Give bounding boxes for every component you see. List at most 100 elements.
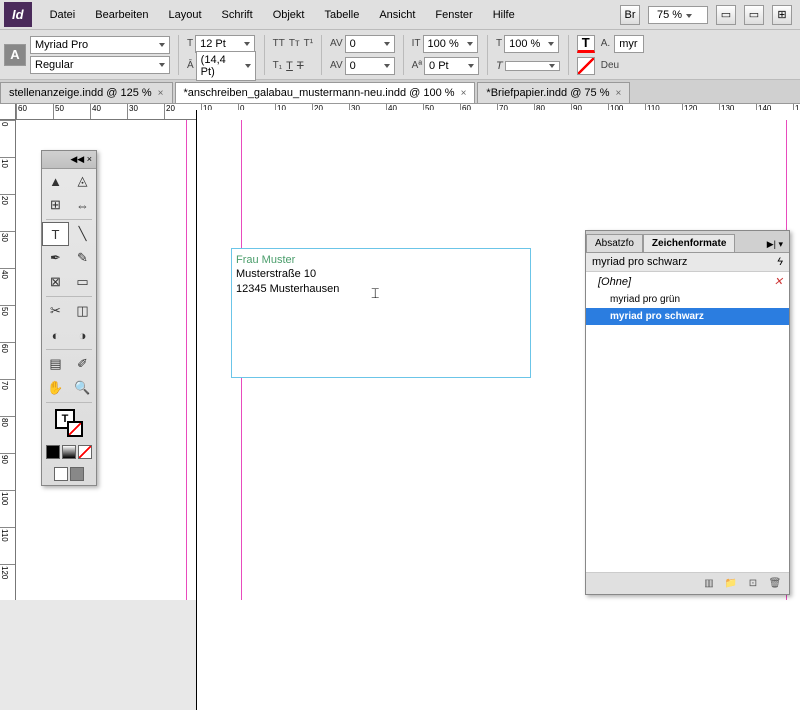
superscript-button[interactable]: T¹ (304, 38, 313, 49)
ruler-tick: 120 (0, 564, 15, 600)
char-style-search[interactable]: myr (614, 35, 644, 53)
font-size-icon: T (187, 38, 193, 49)
fill-color-button[interactable]: T (577, 35, 595, 53)
new-folder-button[interactable]: 📁 (723, 576, 739, 592)
zoom-level[interactable]: 75 % (648, 6, 708, 24)
arrange-documents-button[interactable]: ⊞ (772, 5, 792, 25)
all-caps-button[interactable]: TT (273, 38, 285, 49)
baseline-value: 0 Pt (429, 60, 449, 72)
character-mode-button[interactable]: A (4, 44, 26, 66)
page-tool[interactable]: ⊞ (42, 193, 69, 217)
skew-field[interactable] (505, 61, 560, 71)
tab-anschreiben[interactable]: *anschreiben_galabau_mustermann-neu.indd… (175, 82, 476, 103)
stroke-swatch[interactable] (67, 421, 83, 437)
palette-header[interactable]: ◀◀ × (42, 151, 96, 169)
rectangle-tool[interactable]: ▭ (69, 270, 96, 294)
tab-stellenanzeige[interactable]: stellenanzeige.indd @ 125 %× (0, 82, 173, 103)
bridge-button[interactable]: Br (620, 5, 640, 25)
baseline-field[interactable]: 0 Pt (424, 57, 479, 75)
new-style-button[interactable]: ⊡ (745, 576, 761, 592)
pen-tool[interactable]: ✒ (42, 246, 69, 270)
dropdown-arrow-icon (549, 64, 555, 68)
subscript-button[interactable]: T₁ (273, 60, 282, 71)
font-family-field[interactable]: Myriad Pro (30, 36, 170, 54)
free-transform-tool[interactable]: ◫ (69, 299, 96, 323)
menu-schrift[interactable]: Schrift (212, 5, 263, 25)
underline-button[interactable]: T (286, 60, 293, 72)
baseline-icon: Aª (412, 60, 422, 71)
dropdown-arrow-icon (244, 42, 250, 46)
line-tool[interactable]: ╲ (69, 222, 96, 246)
view-options-button[interactable]: ▭ (716, 5, 736, 25)
quick-apply-icon[interactable]: ϟ (777, 256, 783, 268)
style-list: [Ohne]✕ myriad pro grün myriad pro schwa… (586, 272, 789, 572)
preview-view-button[interactable] (70, 467, 84, 481)
char-style-button[interactable]: A. (601, 38, 610, 49)
kerning-field[interactable]: 0 (345, 35, 395, 53)
tab-close-button[interactable]: × (158, 88, 164, 99)
menu-ansicht[interactable]: Ansicht (369, 5, 425, 25)
leading-field[interactable]: (14,4 Pt) (196, 51, 256, 81)
ruler-tick: 50 (0, 305, 15, 342)
zoom-tool[interactable]: 🔍 (69, 376, 96, 400)
paragraph-styles-tab[interactable]: Absatzfo (586, 234, 643, 252)
menu-hilfe[interactable]: Hilfe (483, 5, 525, 25)
panel-menu-button[interactable]: ▶| ▾ (761, 237, 789, 252)
style-myriad-gruen[interactable]: myriad pro grün (586, 291, 789, 308)
hand-tool[interactable]: ✋ (42, 376, 69, 400)
type-tool[interactable]: T (42, 222, 69, 246)
canvas[interactable]: Frau Muster Musterstraße 10 12345 Muster… (16, 120, 800, 600)
style-myriad-schwarz[interactable]: myriad pro schwarz (586, 308, 789, 325)
apply-color-button[interactable] (46, 445, 60, 459)
tab-close-button[interactable]: × (461, 88, 467, 99)
note-tool[interactable]: ▤ (42, 352, 69, 376)
ruler-tick: 60 (0, 342, 15, 379)
menubar: Id Datei Bearbeiten Layout Schrift Objek… (0, 0, 800, 30)
small-caps-button[interactable]: Tᴛ (289, 38, 300, 49)
vertical-ruler[interactable]: 0102030405060708090100110120130140150160… (0, 120, 16, 600)
menu-bearbeiten[interactable]: Bearbeiten (85, 5, 158, 25)
apply-none-button[interactable] (78, 445, 92, 459)
rectangle-frame-tool[interactable]: ⊠ (42, 270, 69, 294)
menu-fenster[interactable]: Fenster (425, 5, 482, 25)
strikethrough-button[interactable]: T (297, 60, 304, 72)
ruler-tick: 50 (53, 104, 90, 119)
menu-objekt[interactable]: Objekt (263, 5, 315, 25)
delete-style-button[interactable]: 🗑 (767, 576, 783, 592)
character-styles-tab[interactable]: Zeichenformate (643, 234, 735, 252)
ruler-tick: 40 (90, 104, 127, 119)
selection-tool[interactable]: ▲ (42, 169, 69, 193)
stroke-color-button[interactable] (577, 57, 595, 75)
menu-datei[interactable]: Datei (40, 5, 86, 25)
screen-mode-button[interactable]: ▭ (744, 5, 764, 25)
scissors-tool[interactable]: ✂ (42, 299, 69, 323)
vscale-icon: IT (412, 38, 421, 49)
apply-gradient-button[interactable] (62, 445, 76, 459)
gradient-feather-tool[interactable]: ◑ (69, 323, 96, 347)
tracking-icon: AV (330, 60, 343, 71)
leading-icon: Ā (187, 60, 194, 71)
direct-selection-tool[interactable]: ◬ (69, 169, 96, 193)
menu-tabelle[interactable]: Tabelle (314, 5, 369, 25)
tracking-field[interactable]: 0 (345, 57, 395, 75)
eyedropper-tool[interactable]: ✐ (69, 352, 96, 376)
menu-layout[interactable]: Layout (158, 5, 211, 25)
tools-palette: ◀◀ × ▲ ◬ ⊞ ⇔ T ╲ ✒ ✎ ⊠ ▭ ✂ ◫ ◐ ◑ ▤ ✐ (41, 150, 97, 486)
normal-view-button[interactable] (54, 467, 68, 481)
style-group-button[interactable]: ▥ (701, 576, 717, 592)
tab-briefpapier[interactable]: *Briefpapier.indd @ 75 %× (477, 82, 630, 103)
dropdown-arrow-icon (384, 42, 390, 46)
font-size-value: 12 Pt (200, 38, 226, 50)
font-style-field[interactable]: Regular (30, 56, 170, 74)
gradient-swatch-tool[interactable]: ◐ (42, 323, 69, 347)
tab-close-button[interactable]: × (616, 88, 622, 99)
ruler-tick: 0 (0, 120, 15, 157)
style-none[interactable]: [Ohne]✕ (586, 272, 789, 291)
delete-override-icon[interactable]: ✕ (774, 275, 783, 288)
ruler-origin[interactable] (0, 104, 16, 120)
pencil-tool[interactable]: ✎ (69, 246, 96, 270)
vscale-field[interactable]: 100 % (423, 35, 478, 53)
gap-tool[interactable]: ⇔ (69, 193, 96, 217)
hscale-field[interactable]: 100 % (504, 35, 559, 53)
text-frame[interactable]: Frau Muster Musterstraße 10 12345 Muster… (231, 248, 531, 378)
